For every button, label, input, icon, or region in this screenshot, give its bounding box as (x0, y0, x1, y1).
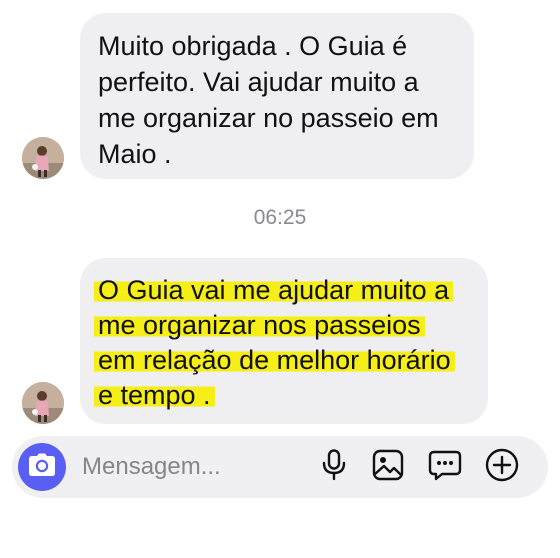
sender-avatar[interactable] (22, 137, 64, 179)
sticker-button[interactable] (428, 450, 462, 484)
message-line: Muito obrigada . O Guia é (98, 31, 408, 61)
message-line: me organizar nos passeios (94, 307, 470, 343)
plus-circle-icon (485, 448, 519, 487)
highlighted-text: O Guia vai me ajudar muito a (94, 275, 454, 305)
camera-button[interactable] (18, 443, 66, 491)
message-line: O Guia vai me ajudar muito a (94, 272, 470, 308)
message-timestamp: 06:25 (253, 206, 307, 229)
microphone-icon (321, 448, 347, 486)
message-line: Maio . (98, 139, 172, 169)
message-composer (12, 436, 548, 498)
message-line: em relação de melhor horário (94, 342, 470, 378)
chat-bubble-icon (428, 449, 462, 486)
sender-avatar[interactable] (22, 382, 64, 424)
highlighted-text: em relação de melhor horário (94, 345, 455, 375)
message-input[interactable] (82, 450, 302, 484)
highlighted-text: me organizar nos passeios (94, 310, 425, 340)
message-line: perfeito. Vai ajudar muito a (98, 67, 419, 97)
message-line: me organizar no passeio em (98, 103, 439, 133)
message-line: e tempo . (94, 377, 470, 413)
message-bubble-received-highlighted[interactable]: O Guia vai me ajudar muito a me organiza… (80, 258, 488, 424)
camera-icon (28, 453, 56, 482)
chat-thread: Muito obrigada . O Guia é perfeito. Vai … (0, 0, 560, 558)
highlighted-text: e tempo . (94, 380, 215, 410)
image-icon (372, 449, 404, 486)
add-button[interactable] (485, 448, 519, 487)
voice-message-button[interactable] (317, 448, 351, 486)
gallery-button[interactable] (371, 449, 405, 486)
message-bubble-received[interactable]: Muito obrigada . O Guia é perfeito. Vai … (80, 13, 474, 179)
